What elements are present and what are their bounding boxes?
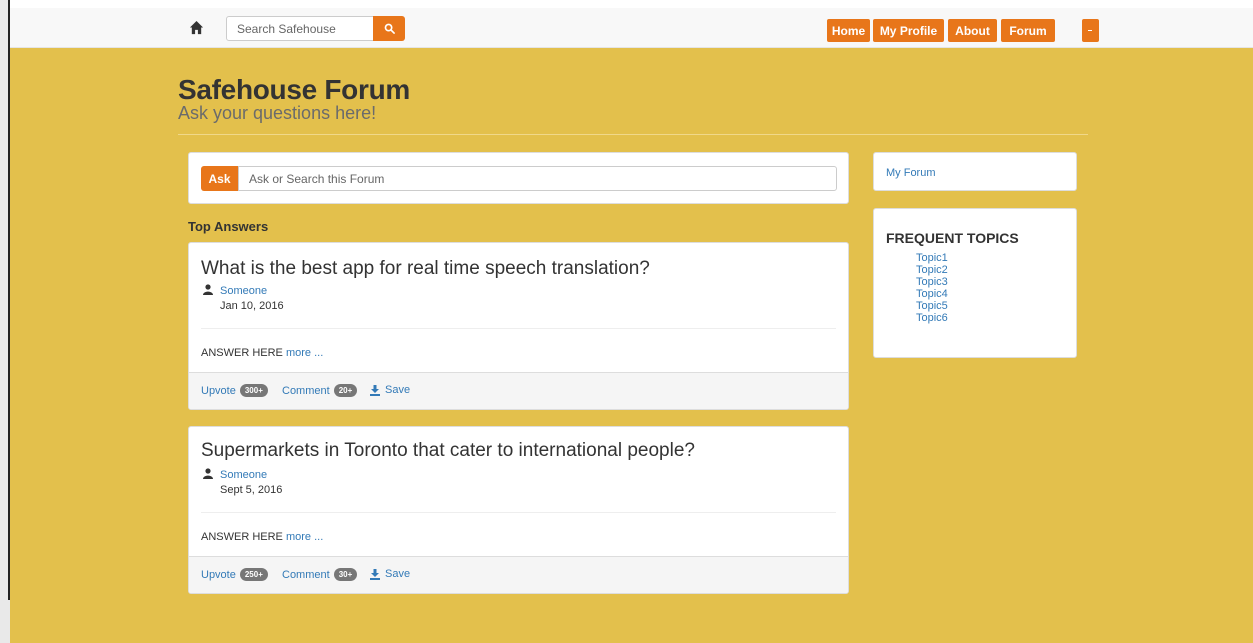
site-search-button[interactable] [373,16,405,41]
author-link[interactable]: Someone [220,469,267,481]
nav-home-button[interactable]: Home [827,19,870,42]
topic-list: Topic1 Topic2 Topic3 Topic4 Topic5 Topic… [916,252,948,324]
save-button[interactable]: Save [370,384,410,396]
answer-preview: ANSWER HERE more ... [201,347,323,359]
ask-button[interactable]: Ask [201,166,238,191]
more-link[interactable]: more ... [286,531,323,543]
site-search-input[interactable] [226,16,374,41]
comment-button[interactable]: Comment 20+ [282,384,358,397]
nav-forum-button[interactable]: Forum [1001,19,1055,42]
user-icon [203,284,213,295]
page-title: Safehouse Forum [178,74,410,105]
download-icon [370,568,380,580]
window-edge [0,0,10,643]
answer-text: ANSWER HERE [201,531,283,543]
topic-link[interactable]: Topic4 [916,288,948,300]
more-link[interactable]: more ... [286,347,323,359]
comment-label: Comment [282,384,330,397]
my-forum-link[interactable]: My Forum [886,167,936,179]
nav-my-profile-button[interactable]: My Profile [873,19,944,42]
my-forum-panel: My Forum [873,152,1077,191]
page: Home My Profile About Forum Safehouse Fo… [10,8,1253,643]
upvote-label: Upvote [201,384,236,397]
question-title[interactable]: Supermarkets in Toronto that cater to in… [201,440,695,462]
card-footer: Upvote 250+ Comment 30+ Save [189,556,848,593]
nav-dropdown-button[interactable] [1082,19,1099,42]
question-title[interactable]: What is the best app for real time speec… [201,258,650,280]
card-divider [201,328,836,329]
card-footer: Upvote 300+ Comment 20+ Save [189,372,848,409]
forum-search-input[interactable] [238,166,837,191]
save-label: Save [385,568,411,580]
question-card: Supermarkets in Toronto that cater to in… [188,426,849,594]
topic-link[interactable]: Topic1 [916,252,948,264]
save-button[interactable]: Save [370,568,410,580]
frequent-topics-heading: FREQUENT TOPICS [886,230,1019,246]
author-link[interactable]: Someone [220,285,267,297]
answer-preview: ANSWER HERE more ... [201,531,323,543]
upvote-button[interactable]: Upvote 300+ [201,384,268,397]
top-navbar: Home My Profile About Forum [10,8,1253,48]
upvote-count-badge: 250+ [239,568,268,581]
nav-about-button[interactable]: About [948,19,997,42]
frequent-topics-panel: FREQUENT TOPICS Topic1 Topic2 Topic3 Top… [873,208,1077,358]
comment-button[interactable]: Comment 30+ [282,568,358,581]
comment-label: Comment [282,568,330,581]
card-divider [201,512,836,513]
upvote-label: Upvote [201,568,236,581]
ask-panel: Ask [188,152,849,204]
upvote-count-badge: 300+ [239,384,268,397]
home-icon[interactable] [189,20,204,35]
question-card: What is the best app for real time speec… [188,242,849,410]
page-subtitle: Ask your questions here! [178,103,377,123]
question-date: Jan 10, 2016 [220,300,284,312]
upvote-button[interactable]: Upvote 250+ [201,568,268,581]
user-icon [203,468,213,479]
question-date: Sept 5, 2016 [220,484,283,496]
topic-link[interactable]: Topic3 [916,276,948,288]
topic-link[interactable]: Topic6 [916,312,948,324]
download-icon [370,384,380,396]
top-answers-heading: Top Answers [188,219,269,234]
search-icon [384,23,395,34]
comment-count-badge: 30+ [333,568,358,581]
save-label: Save [385,384,411,396]
comment-count-badge: 20+ [333,384,358,397]
topic-link[interactable]: Topic5 [916,300,948,312]
header-divider [178,134,1088,135]
answer-text: ANSWER HERE [201,347,283,359]
topic-link[interactable]: Topic2 [916,264,948,276]
